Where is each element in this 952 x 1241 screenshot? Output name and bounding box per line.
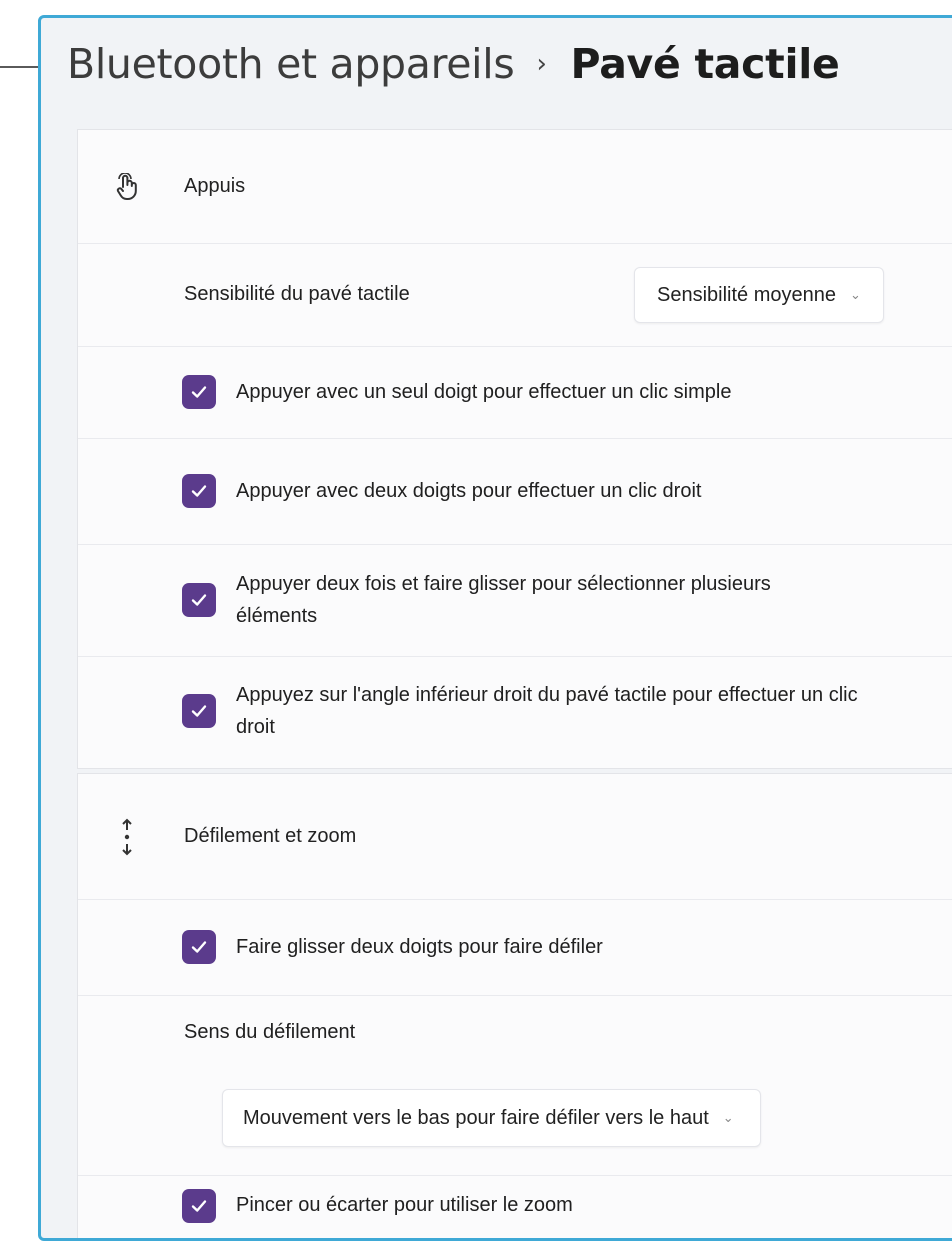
scroll-direction-dropdown[interactable]: Mouvement vers le bas pour faire défiler…	[222, 1089, 761, 1147]
appuis-header[interactable]: Appuis ⌃	[78, 130, 952, 244]
checkbox-checked-icon[interactable]	[182, 694, 216, 728]
option-row[interactable]: Appuyez sur l'angle inférieur droit du p…	[78, 656, 952, 766]
sensitivity-dropdown[interactable]: Sensibilité moyenne ⌄	[634, 267, 884, 323]
breadcrumb-separator-icon: ›	[536, 49, 547, 79]
two-finger-scroll-row[interactable]: Faire glisser deux doigts pour faire déf…	[78, 899, 952, 996]
checkbox-checked-icon[interactable]	[182, 1189, 216, 1223]
checkbox-checked-icon[interactable]	[182, 474, 216, 508]
option-label: Appuyer avec deux doigts pour effectuer …	[236, 480, 702, 502]
breadcrumb: Bluetooth et appareils › Pavé tactile	[67, 40, 840, 88]
chevron-down-icon: ⌄	[722, 1110, 734, 1125]
two-finger-scroll-label: Faire glisser deux doigts pour faire déf…	[236, 936, 603, 958]
scroll-arrows-icon	[114, 818, 140, 855]
sensitivity-value: Sensibilité moyenne	[657, 283, 836, 306]
option-row[interactable]: Appuyer avec deux doigts pour effectuer …	[78, 438, 952, 545]
page-title: Pavé tactile	[570, 40, 840, 88]
checkbox-checked-icon[interactable]	[182, 930, 216, 964]
option-row[interactable]: Appuyer deux fois et faire glisser pour …	[78, 544, 952, 657]
scroll-zoom-title: Défilement et zoom	[184, 825, 357, 847]
page-header: Bluetooth et appareils › Pavé tactile	[41, 18, 952, 128]
chevron-down-icon: ⌄	[850, 287, 861, 302]
option-label: Appuyer deux fois et faire glisser pour …	[236, 573, 771, 627]
scroll-direction-row: Sens du défilement Mouvement vers le bas…	[78, 995, 952, 1176]
breadcrumb-parent[interactable]: Bluetooth et appareils	[67, 40, 515, 88]
scroll-direction-label: Sens du défilement	[184, 1021, 356, 1043]
option-label: Appuyer avec un seul doigt pour effectue…	[236, 381, 732, 403]
scroll-direction-value: Mouvement vers le bas pour faire défiler…	[243, 1106, 709, 1129]
settings-window: Bluetooth et appareils › Pavé tactile Appu…	[38, 15, 952, 1241]
option-label: Appuyez sur l'angle inférieur droit du p…	[236, 684, 858, 738]
callout-line	[0, 66, 40, 68]
appuis-card: Appuis ⌃ Sensibilité du pavé tactile Sen…	[77, 129, 952, 769]
option-row[interactable]: Appuyer avec un seul doigt pour effectue…	[78, 346, 952, 439]
pinch-zoom-label: Pincer ou écarter pour utiliser le zoom	[236, 1194, 573, 1216]
scroll-zoom-header[interactable]: Défilement et zoom ⌃	[78, 774, 952, 900]
checkbox-checked-icon[interactable]	[182, 583, 216, 617]
checkbox-checked-icon[interactable]	[182, 375, 216, 409]
scroll-zoom-card: Défilement et zoom ⌃ Faire glisser deux …	[77, 773, 952, 1238]
sensitivity-row: Sensibilité du pavé tactile Sensibilité …	[78, 243, 952, 347]
appuis-title: Appuis	[184, 175, 246, 197]
pinch-zoom-row[interactable]: Pincer ou écarter pour utiliser le zoom	[78, 1175, 952, 1238]
sensitivity-label: Sensibilité du pavé tactile	[184, 283, 410, 305]
tap-hand-icon	[114, 172, 140, 202]
